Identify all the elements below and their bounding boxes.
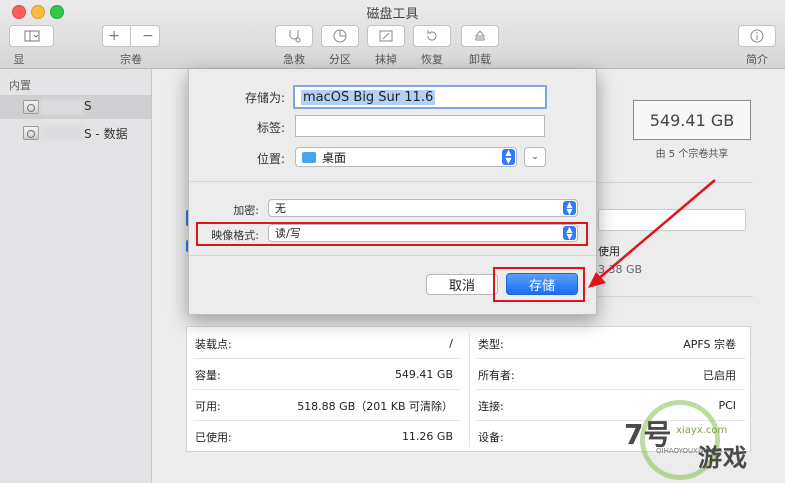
info-key: 所有者:	[478, 368, 515, 382]
capacity-box: 549.41 GB	[633, 100, 751, 140]
location-popup[interactable]: 桌面 ▲ ▼	[295, 147, 517, 167]
partition-button[interactable]	[321, 25, 359, 47]
sidebar-item-label: S - 数据	[84, 127, 128, 141]
toolbar: 磁盘工具 显示 + − 宗卷 急救 分区 抹掉 恢复 卸载 简介	[0, 0, 785, 82]
usage-bar	[598, 209, 746, 231]
sidebar-item-data-volume[interactable]: S - 数据	[0, 121, 151, 145]
info-key: 装载点:	[195, 337, 232, 351]
partition-label: 分区	[329, 53, 351, 66]
location-value: 桌面	[322, 150, 347, 165]
encryption-value: 无	[275, 202, 286, 215]
info-value: APFS 宗卷	[683, 337, 736, 351]
info-value: 已启用	[703, 368, 736, 382]
sidebar-item-label: S	[84, 99, 92, 113]
info-label: 简介	[746, 53, 768, 66]
restore-label: 恢复	[421, 53, 443, 66]
save-as-value: macOS Big Sur 11.6	[301, 89, 436, 105]
firstaid-label: 急救	[283, 53, 305, 66]
info-key: 可用:	[195, 399, 221, 413]
info-icon	[750, 29, 764, 43]
save-button-highlight	[493, 267, 585, 302]
window-title: 磁盘工具	[366, 7, 419, 22]
cancel-button[interactable]: 取消	[426, 274, 498, 295]
info-value: PCI	[718, 399, 736, 412]
info-key: 容量:	[195, 368, 221, 382]
info-key: 类型:	[478, 337, 504, 351]
sidebar-item-system-volume[interactable]: S	[0, 95, 151, 119]
save-as-field[interactable]: macOS Big Sur 11.6	[293, 85, 547, 109]
disk-icon	[23, 100, 39, 114]
unmount-button[interactable]	[461, 25, 499, 47]
restore-button[interactable]	[413, 25, 451, 47]
display-button[interactable]	[9, 25, 54, 47]
volume-buttons: + −	[102, 25, 160, 47]
info-key: 设备:	[478, 430, 504, 444]
watermark-url: xiayx.com	[676, 425, 728, 436]
chevron-updown-icon: ▲ ▼	[563, 201, 576, 216]
info-key: 连接:	[478, 399, 504, 413]
tags-label: 标签:	[256, 121, 285, 135]
info-value: /	[449, 337, 453, 350]
capacity-subtitle: 由 5 个宗卷共享	[655, 149, 729, 160]
tags-field[interactable]	[295, 115, 545, 137]
encryption-label: 加密:	[233, 204, 259, 217]
info-row-mount-point: 装载点: /	[195, 328, 461, 359]
chevron-updown-icon: ▲ ▼	[502, 149, 515, 165]
info-value: 518.88 GB（201 KB 可清除）	[297, 399, 453, 413]
info-row-capacity: 容量: 549.41 GB	[195, 359, 461, 390]
volume-label: 宗卷	[120, 53, 142, 66]
redacted-name	[40, 99, 84, 115]
used-label: 使用	[598, 245, 620, 258]
stethoscope-icon	[289, 30, 301, 43]
sidebar-header: 内置	[9, 79, 31, 92]
image-format-highlight	[196, 222, 588, 246]
erase-button[interactable]	[367, 25, 405, 47]
divider	[189, 255, 596, 256]
divider	[130, 25, 132, 47]
redacted-name	[40, 125, 84, 141]
expand-dialog-button[interactable]: ⌄	[524, 147, 546, 167]
info-row-used: 已使用: 11.26 GB	[195, 421, 461, 452]
add-volume-button[interactable]: +	[108, 28, 120, 44]
info-row-available: 可用: 518.88 GB（201 KB 可清除）	[195, 390, 461, 421]
save-as-label: 存储为:	[244, 91, 285, 105]
info-row-owners: 所有者: 已启用	[478, 359, 744, 390]
divider	[469, 333, 470, 447]
erase-icon	[379, 30, 393, 42]
watermark-name: 游戏	[698, 444, 748, 472]
sidebar: 内置 S S - 数据	[0, 69, 152, 483]
info-row-type: 类型: APFS 宗卷	[478, 328, 744, 359]
divider	[598, 182, 753, 183]
sidebar-icon	[24, 30, 39, 42]
used-value: 3.38 GB	[598, 263, 643, 276]
info-button[interactable]	[738, 25, 776, 47]
location-label: 位置:	[256, 152, 285, 166]
eject-icon	[474, 30, 486, 41]
pie-icon	[333, 29, 347, 43]
info-key: 已使用:	[195, 430, 232, 444]
folder-icon	[302, 151, 316, 163]
chevron-down-icon: ⌄	[531, 152, 539, 162]
divider	[189, 181, 596, 182]
erase-label: 抹掉	[375, 53, 397, 66]
remove-volume-button[interactable]: −	[142, 28, 154, 44]
disk-icon	[23, 126, 39, 140]
unmount-label: 卸载	[469, 53, 491, 66]
restore-icon	[427, 30, 437, 41]
firstaid-button[interactable]	[275, 25, 313, 47]
encryption-popup[interactable]: 无 ▲ ▼	[268, 199, 578, 217]
divider	[598, 296, 753, 297]
info-value: 11.26 GB	[401, 430, 453, 443]
info-value: 549.41 GB	[394, 368, 453, 381]
